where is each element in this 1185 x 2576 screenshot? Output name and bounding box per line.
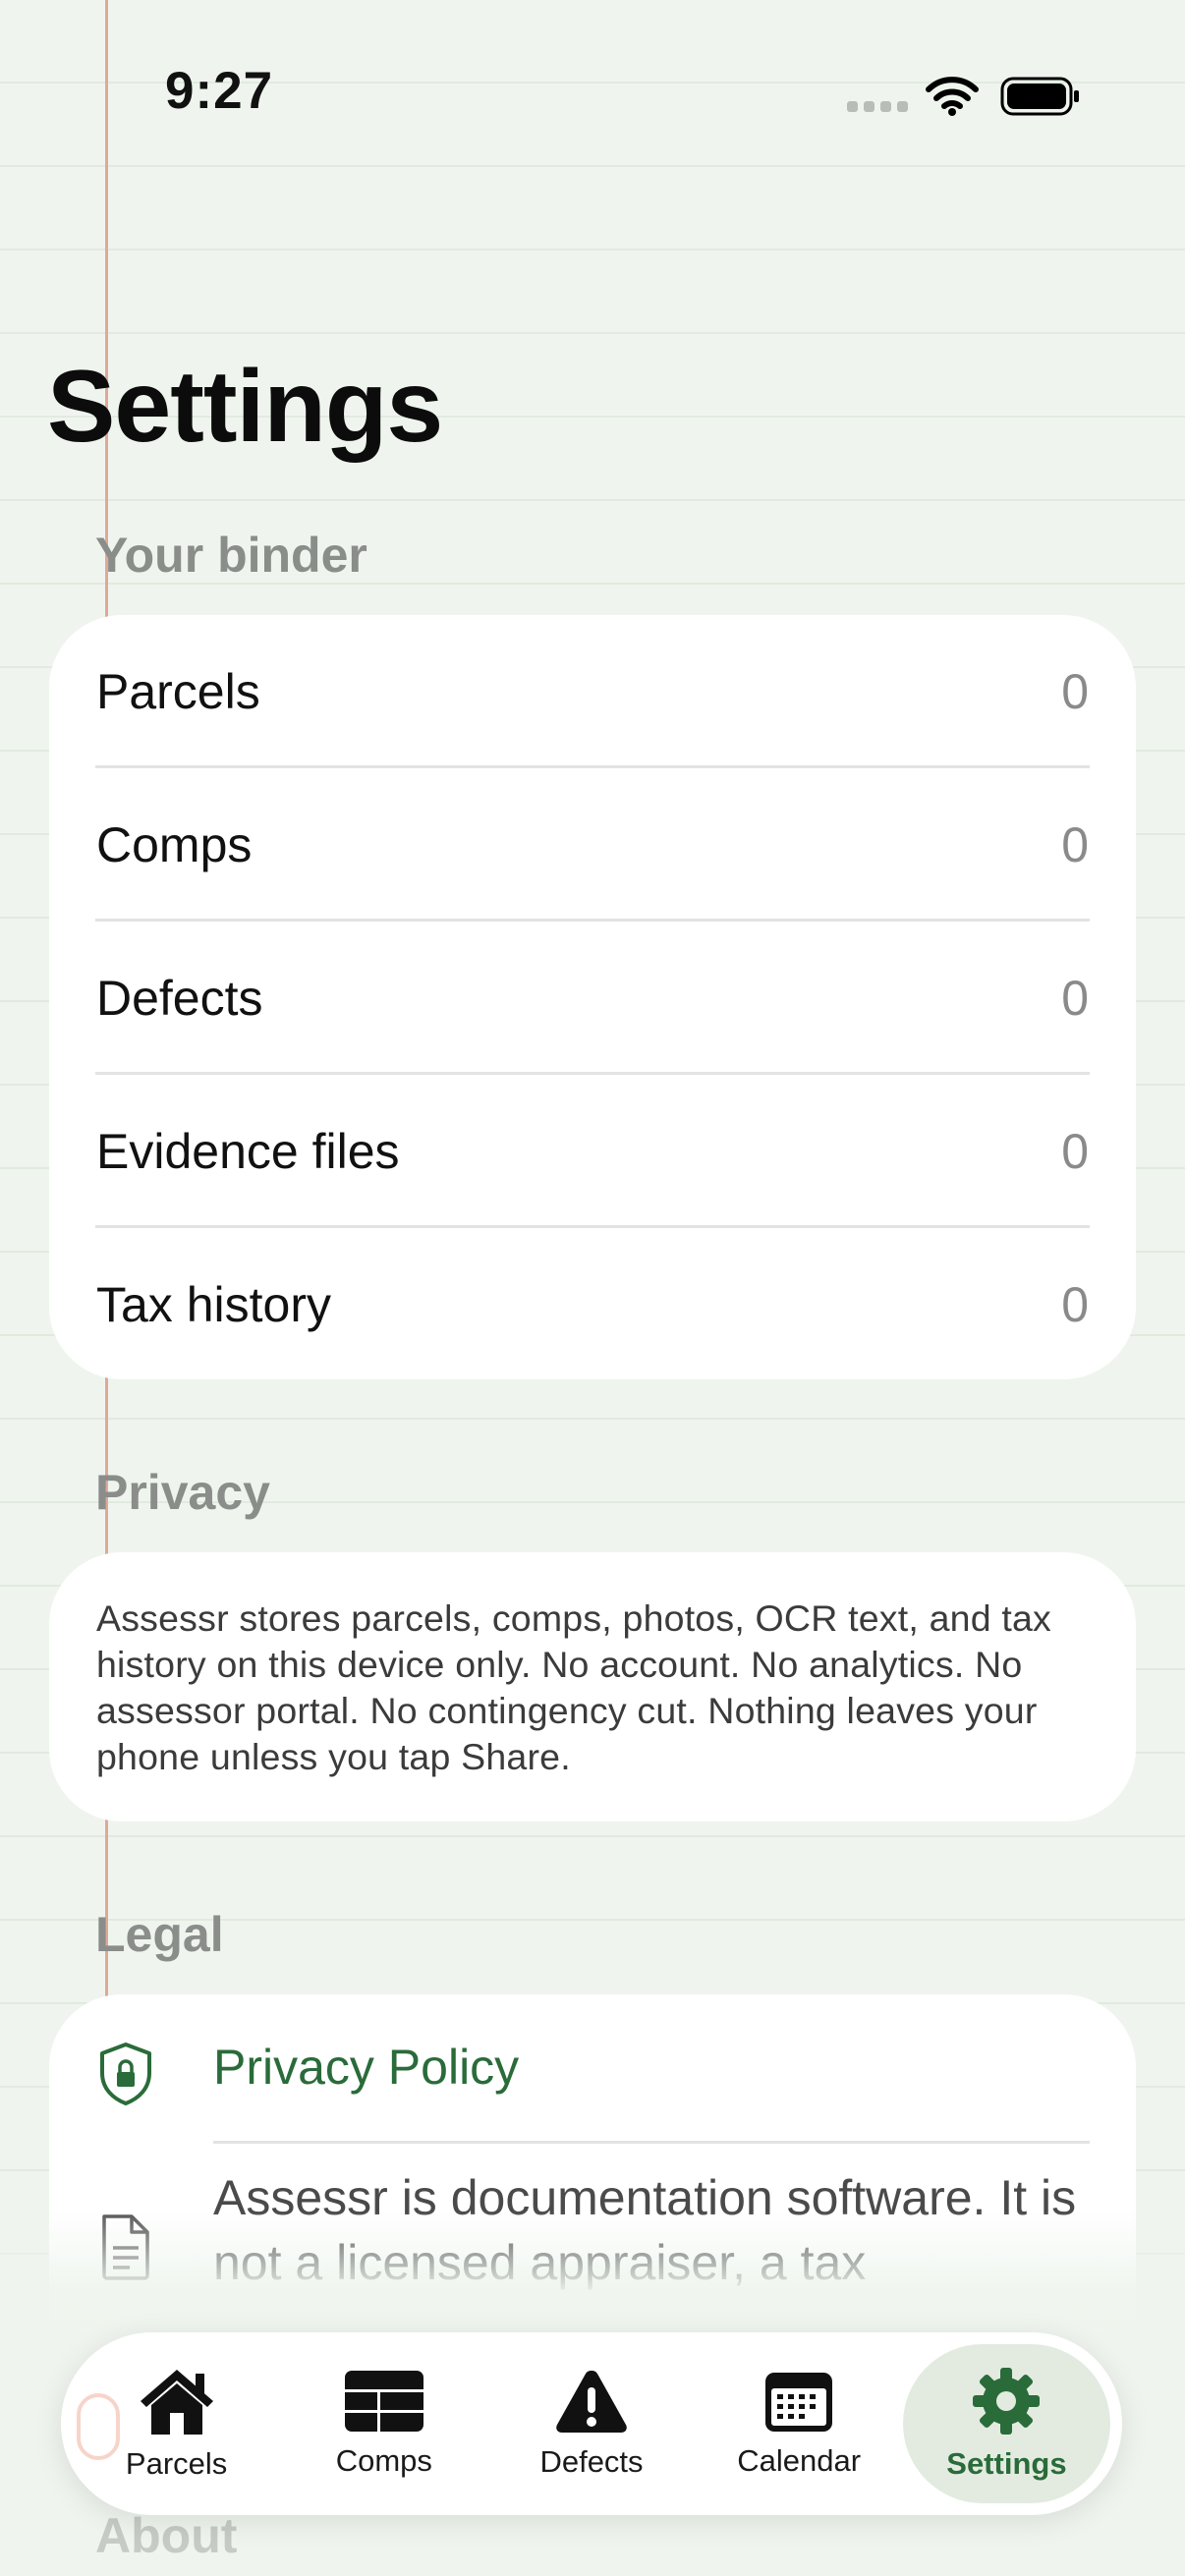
tab-calendar[interactable]: Calendar — [696, 2344, 903, 2503]
binder-row-label: Evidence files — [96, 1124, 400, 1179]
privacy-policy-link[interactable]: Privacy Policy — [49, 1994, 1136, 2144]
section-header-legal: Legal — [95, 1907, 224, 1962]
house-icon — [140, 2370, 213, 2435]
binder-row-label: Tax history — [96, 1277, 331, 1332]
cellular-signal-icon — [847, 101, 908, 115]
calendar-icon — [765, 2373, 833, 2432]
status-bar: 9:27 — [0, 0, 1185, 187]
page-title: Settings — [47, 350, 443, 464]
section-header-about: About — [95, 2508, 238, 2563]
binder-row-count: 0 — [1061, 664, 1089, 719]
binder-row-tax-history: Tax history 0 — [49, 1228, 1136, 1381]
binder-row-label: Parcels — [96, 664, 260, 719]
privacy-policy-label[interactable]: Privacy Policy — [213, 2039, 519, 2096]
wifi-icon — [926, 77, 979, 116]
tab-settings[interactable]: Settings — [902, 2344, 1111, 2503]
table-icon — [344, 2371, 423, 2432]
binder-row-defects: Defects 0 — [49, 922, 1136, 1075]
binder-row-evidence-files: Evidence files 0 — [49, 1075, 1136, 1228]
binder-row-count: 0 — [1061, 817, 1089, 872]
binder-row-count: 0 — [1061, 1124, 1089, 1179]
tab-label: Comps — [335, 2443, 432, 2478]
tab-comps[interactable]: Comps — [280, 2344, 487, 2503]
binder-row-comps: Comps 0 — [49, 768, 1136, 922]
tab-label: Calendar — [737, 2443, 862, 2478]
tab-defects[interactable]: Defects — [487, 2344, 695, 2503]
binder-row-label: Comps — [96, 817, 253, 872]
tab-label: Settings — [946, 2446, 1067, 2481]
binder-row-count: 0 — [1061, 1277, 1089, 1332]
binder-card: Parcels 0 Comps 0 Defects 0 Evidence fil… — [49, 615, 1136, 1379]
battery-icon — [1000, 77, 1079, 116]
binder-row-parcels: Parcels 0 — [49, 615, 1136, 768]
partially-hidden-icon — [77, 2393, 120, 2460]
shield-lock-icon — [100, 2043, 151, 2105]
privacy-card: Assessr stores parcels, comps, photos, O… — [49, 1552, 1136, 1821]
section-header-your-binder: Your binder — [95, 528, 367, 583]
privacy-statement: Assessr stores parcels, comps, photos, O… — [96, 1597, 1051, 1777]
status-time: 9:27 — [165, 62, 274, 120]
tab-label: Defects — [539, 2444, 644, 2479]
section-header-privacy: Privacy — [95, 1465, 270, 1520]
binder-row-label: Defects — [96, 971, 263, 1026]
warning-icon — [556, 2371, 627, 2433]
tab-label: Parcels — [125, 2446, 228, 2481]
binder-row-count: 0 — [1061, 971, 1089, 1026]
tab-bar: Parcels Comps Defects Calendar Settings — [61, 2332, 1122, 2515]
gear-icon — [973, 2368, 1041, 2435]
